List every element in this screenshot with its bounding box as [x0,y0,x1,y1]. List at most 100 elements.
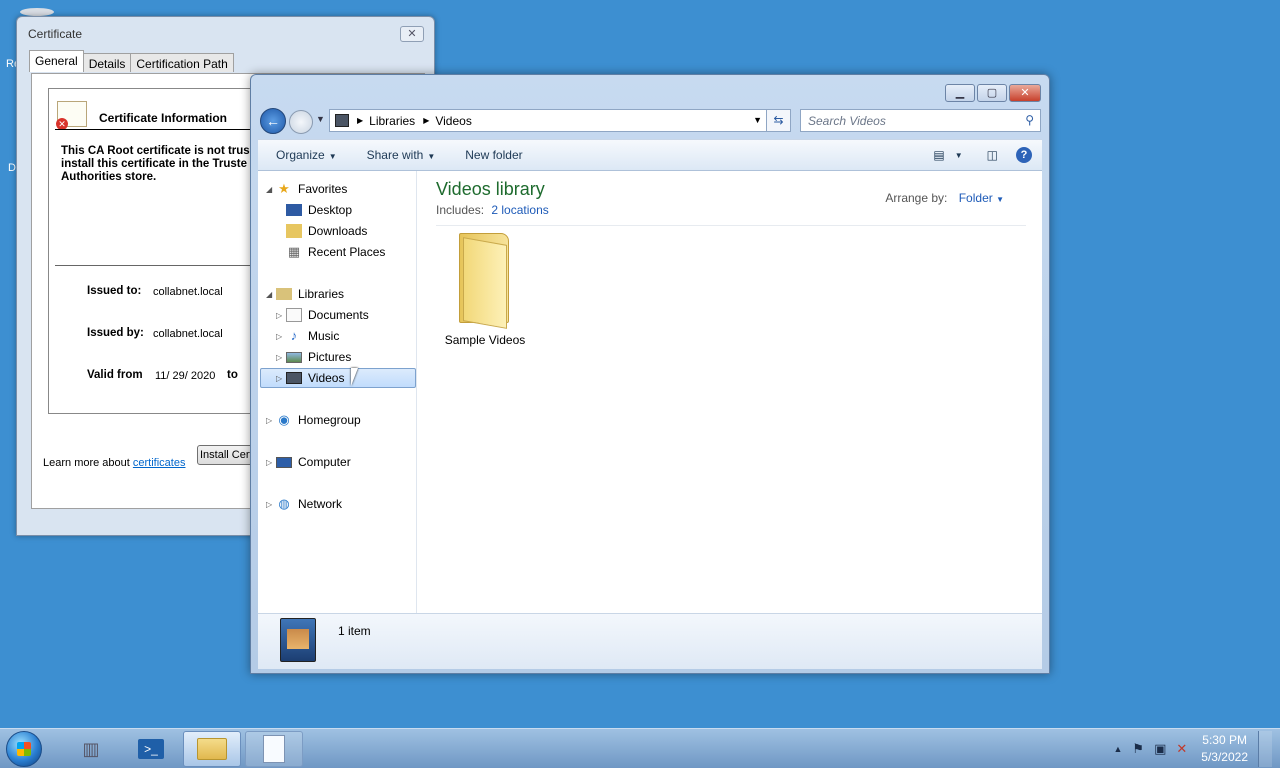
tab-general[interactable]: General [29,50,84,72]
tab-certification-path[interactable]: Certification Path [130,53,234,72]
show-desktop-button[interactable] [1258,731,1272,767]
certificate-dialog-title: Certificate [28,27,83,41]
taskbar-document[interactable] [245,731,303,767]
view-options-dropdown-icon[interactable]: ▼ [955,151,963,160]
details-pane: 1 item [258,613,1042,669]
file-item-name: Sample Videos [444,333,526,347]
certificate-warning-text: This CA Root certificate is not trus ins… [61,145,250,183]
collapsed-triangle-icon[interactable]: ▷ [276,353,286,362]
volume-muted-icon[interactable]: ✕ [1176,741,1187,757]
desktop-icon [286,204,302,216]
music-note-icon: ♪ [290,328,298,343]
learn-more-text: Learn more about certificates [43,457,185,469]
nav-recent-places[interactable]: ▦ Recent Places [286,242,386,262]
nav-desktop-label: Desktop [308,203,353,217]
certificate-close-button[interactable]: ✕ [400,26,424,42]
change-view-icon[interactable]: ▤ [933,148,944,162]
collapsed-triangle-icon[interactable]: ▷ [266,458,276,467]
system-tray: ▲ ⚑ ▣ ✕ 5:30 PM 5/3/2022 [1104,731,1272,767]
collapsed-triangle-icon[interactable]: ▷ [266,500,276,509]
share-with-label: Share with [366,148,424,162]
folder-icon [457,233,513,329]
nav-libraries[interactable]: ◢ Libraries [266,284,344,304]
mouse-cursor-icon [351,368,358,386]
homegroup-icon: ◉ [278,412,290,427]
action-center-flag-icon[interactable]: ⚑ [1132,741,1144,757]
issued-by-label: Issued by: [87,327,144,339]
item-count: 1 item [338,624,371,638]
nav-favorites[interactable]: ◢ ★ Favorites [266,179,347,199]
chevron-down-icon: ▼ [996,195,1004,204]
issued-to-label: Issued to: [87,285,142,297]
help-icon[interactable]: ? [1016,147,1032,163]
minimize-button[interactable]: ▁ [945,84,975,102]
collapsed-triangle-icon[interactable]: ▷ [276,374,286,383]
new-folder-button[interactable]: New folder [465,148,522,162]
certificates-link[interactable]: certificates [133,457,186,469]
address-dropdown-icon[interactable]: ▼ [753,115,762,125]
nav-network[interactable]: ▷ ◍ Network [266,494,342,514]
close-button[interactable]: ✕ [1009,84,1041,102]
nav-favorites-label: Favorites [298,182,348,196]
recent-pages-dropdown[interactable]: ▼ [316,114,325,124]
organize-label: Organize [276,148,325,162]
navigation-pane: ◢ ★ Favorites Desktop Downloads ▦ Recent Pl… [258,171,417,613]
file-item[interactable]: Sample Videos [442,233,528,347]
nav-pictures[interactable]: ▷ Pictures [276,347,351,367]
taskbar-explorer[interactable] [183,731,241,767]
taskbar: ▥ >_ ▲ ⚑ ▣ ✕ 5:30 PM 5/3/2022 [0,728,1280,768]
taskbar-server-manager[interactable]: ▥ [62,731,120,767]
forward-button[interactable] [289,110,313,134]
desktop-icon-recycle[interactable] [0,8,54,16]
nav-computer[interactable]: ▷ Computer [266,452,351,472]
expanded-triangle-icon[interactable]: ◢ [266,290,276,299]
network-icon: ◍ [278,496,290,511]
valid-from-value: 11/ 29/ 2020 [155,370,216,382]
collapsed-triangle-icon[interactable]: ▷ [276,311,286,320]
nav-videos-label: Videos [308,371,345,385]
nav-homegroup-label: Homegroup [298,413,361,427]
show-hidden-icons-icon[interactable]: ▲ [1114,744,1123,754]
expanded-triangle-icon[interactable]: ◢ [266,185,276,194]
address-bar[interactable]: ▶ Libraries ▶ Videos ▼ [329,109,767,132]
maximize-button[interactable]: ▢ [977,84,1007,102]
breadcrumb-separator-icon[interactable]: ▶ [357,116,363,125]
library-includes: Includes: 2 locations [436,203,549,217]
collapsed-triangle-icon[interactable]: ▷ [276,332,286,341]
taskbar-powershell[interactable]: >_ [122,731,180,767]
nav-music[interactable]: ▷ ♪ Music [276,326,339,346]
includes-label: Includes: [436,203,485,217]
collapsed-triangle-icon[interactable]: ▷ [266,416,276,425]
breadcrumb-libraries[interactable]: Libraries [369,114,415,128]
search-input[interactable]: Search Videos ⚲ [800,109,1041,132]
nav-desktop[interactable]: Desktop [286,200,352,220]
breadcrumb-videos[interactable]: Videos [435,114,471,128]
network-status-icon[interactable]: ▣ [1154,741,1166,757]
nav-downloads-label: Downloads [308,224,368,238]
nav-libraries-label: Libraries [298,287,345,301]
refresh-button[interactable]: ⇆ [767,109,791,132]
clock-time: 5:30 PM [1202,733,1247,747]
breadcrumb-separator-icon[interactable]: ▶ [423,116,429,125]
view-controls: ▤ ▼ ◫ ? [921,147,1032,163]
nav-homegroup[interactable]: ▷ ◉ Homegroup [266,410,361,430]
window-controls: ▁ ▢ ✕ [943,84,1041,102]
tab-details[interactable]: Details [82,53,132,72]
nav-downloads[interactable]: Downloads [286,221,367,241]
locations-link[interactable]: 2 locations [491,203,548,217]
issued-to-value: collabnet.local [153,286,223,298]
start-button[interactable] [6,731,42,767]
learn-more-label: Learn more about [43,457,130,469]
share-with-button[interactable]: Share with ▼ [367,148,436,162]
arrange-by-dropdown[interactable]: Folder ▼ [959,191,1004,205]
nav-videos[interactable]: ▷ Videos [260,368,416,388]
back-button[interactable]: ← [260,108,286,134]
search-icon[interactable]: ⚲ [1025,113,1034,127]
certificate-info-title: Certificate Information [99,111,228,125]
nav-documents[interactable]: ▷ Documents [276,305,369,325]
preview-pane-icon[interactable]: ◫ [987,148,998,162]
nav-music-label: Music [308,329,340,343]
star-icon: ★ [278,181,290,196]
clock[interactable]: 5:30 PM 5/3/2022 [1201,732,1248,766]
organize-button[interactable]: Organize ▼ [276,148,337,162]
